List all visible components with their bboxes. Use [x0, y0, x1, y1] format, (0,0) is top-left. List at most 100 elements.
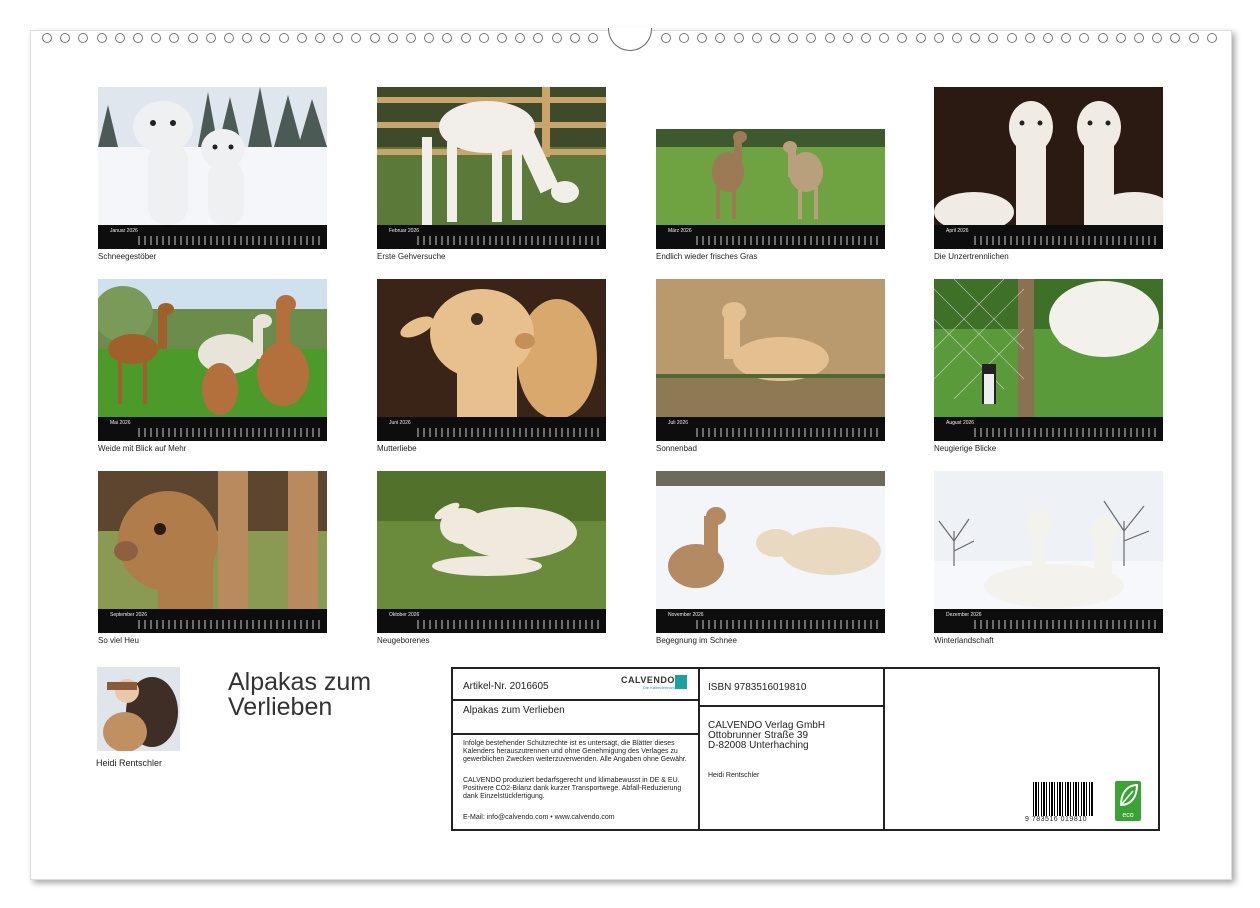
binding-hole [333, 33, 344, 43]
month-bar: September 2026 [98, 609, 327, 633]
month-bar: November 2026 [656, 609, 885, 633]
month-bar: Mai 2026 [98, 417, 327, 441]
binding-hole [824, 33, 835, 43]
binding-hole [879, 33, 890, 43]
author-small: Heidi Rentschler [708, 772, 760, 779]
binding-hole [842, 33, 853, 43]
month-bar: Oktober 2026 [377, 609, 606, 633]
divider [453, 699, 698, 701]
binding-hole [351, 33, 362, 43]
barcode-number: 9 783516 019810 [1025, 816, 1087, 823]
binding-hole [114, 33, 125, 43]
divider [698, 669, 700, 829]
divider [883, 669, 885, 829]
photo-caption: Sonnenbad [656, 444, 697, 453]
binding-hole [478, 33, 489, 43]
month-thumb-oktober[interactable]: Oktober 2026 Neugeborenes [377, 471, 606, 645]
binding-hole [460, 33, 471, 43]
binding-hole [224, 33, 234, 43]
photo-oktober [377, 471, 606, 609]
binding-hole [551, 33, 562, 43]
binding-hole [1152, 33, 1163, 43]
calendar-title: Alpakas zum Verlieben [228, 670, 428, 720]
photo-caption: Neugeborenes [377, 636, 430, 645]
month-bar: Dezember 2026 [934, 609, 1163, 633]
month-thumb-dezember[interactable]: Dezember 2026 Winterlandschaft [934, 471, 1163, 645]
photo-november [656, 471, 885, 609]
binding-hole [588, 33, 598, 43]
binding-hole [697, 33, 708, 43]
month-thumb-juni[interactable]: Juni 2026 Mutterliebe [377, 279, 606, 453]
title-line-2: Verlieben [228, 693, 333, 721]
binding-hole [1061, 33, 1072, 43]
photo-caption: So viel Heu [98, 636, 139, 645]
binding-hole [952, 33, 962, 43]
month-thumb-juli[interactable]: Juli 2026 Sonnenbad [656, 279, 885, 453]
binding-hole [242, 33, 253, 43]
binding-hole [169, 33, 180, 43]
eco-badge-text: eco [1122, 812, 1134, 819]
binding-hole [679, 33, 689, 43]
month-bar: April 2026 [934, 225, 1163, 249]
binding-hole [751, 33, 762, 43]
logo-text: CALVENDO [621, 675, 675, 685]
binding-hole [897, 33, 908, 43]
month-thumb-september[interactable]: September 2026 So viel Heu [98, 471, 327, 645]
eco-badge-icon: eco [1115, 781, 1141, 821]
photo-caption: Begegnung im Schnee [656, 636, 737, 645]
binding-hole [260, 33, 271, 43]
contact-text: E-Mail: info@calvendo.com • www.calvendo… [463, 814, 615, 821]
photo-juni [377, 279, 606, 417]
photo-caption: Erste Gehversuche [377, 252, 446, 261]
month-bar: Februar 2026 [377, 225, 606, 249]
photo-caption: Endlich wieder frisches Gras [656, 252, 758, 261]
month-thumb-april[interactable]: April 2026 Die Unzertrennlichen [934, 87, 1163, 261]
binding-hole [569, 33, 580, 43]
article-number: Artikel-Nr. 2016605 [463, 681, 549, 692]
binding-hole [1115, 33, 1126, 43]
photo-caption: Neugierige Blicke [934, 444, 997, 453]
binding-hole [369, 33, 380, 43]
month-thumb-februar[interactable]: Februar 2026 Erste Gehversuche [377, 87, 606, 261]
title-line-1: Alpakas zum [228, 668, 372, 696]
binding-hole [515, 33, 526, 43]
photo-juli [656, 279, 885, 417]
month-thumb-maerz[interactable]: März 2026 Endlich wieder frisches Gras [656, 87, 885, 261]
binding-hole [315, 33, 325, 43]
binding-hole [78, 33, 89, 43]
binding-hole [788, 33, 799, 43]
binding-hole [424, 33, 435, 43]
binding-hole [151, 33, 162, 43]
binding-hole [187, 33, 198, 43]
photo-april [934, 87, 1163, 225]
month-thumb-januar[interactable]: Januar 2026 Schneegestöber [98, 87, 327, 261]
binding-hole [970, 33, 981, 43]
photo-januar [98, 87, 327, 225]
binding-hole [1188, 33, 1199, 43]
binding-hole [806, 33, 817, 43]
binding-hole [1206, 33, 1217, 43]
binding-hole [715, 33, 726, 43]
photo-februar [377, 87, 606, 225]
binding-hole [1097, 33, 1108, 43]
binding-hole [733, 33, 744, 43]
isbn: ISBN 9783516019810 [708, 682, 807, 693]
month-bar: März 2026 [656, 225, 885, 249]
photo-caption: Mutterliebe [377, 444, 417, 453]
month-thumb-november[interactable]: November 2026 Begegnung im Schnee [656, 471, 885, 645]
product-title: Alpakas zum Verlieben [463, 705, 565, 716]
month-thumb-mai[interactable]: Mai 2026 Weide mit Blick auf Mehr [98, 279, 327, 453]
divider [453, 733, 698, 735]
binding-hole [442, 33, 453, 43]
eco-text: CALVENDO produziert bedarfsgerecht und k… [463, 777, 682, 800]
month-thumb-august[interactable]: August 2026 Neugierige Blicke [934, 279, 1163, 453]
binding-hole [1006, 33, 1017, 43]
author-photo [97, 667, 180, 752]
month-bar: Januar 2026 [98, 225, 327, 249]
binding-hole [387, 33, 398, 43]
calvendo-icon [675, 675, 687, 689]
binding-hole [861, 33, 871, 43]
binding-hole [915, 33, 926, 43]
publisher-city: D-82008 Unterhaching [708, 740, 809, 751]
binding-hole [42, 33, 52, 43]
